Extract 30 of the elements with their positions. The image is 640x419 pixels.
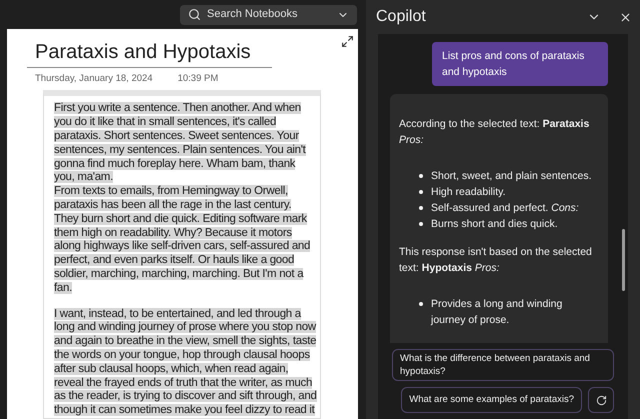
- suggestion-chip[interactable]: What are some examples of parataxis?: [401, 387, 582, 414]
- search-field[interactable]: Search Notebooks: [207, 6, 331, 23]
- bullet-icon: [419, 174, 423, 178]
- response-text: This response isn't based on the selected text: Hypotaxis Pros:: [399, 245, 593, 276]
- list-item: Self-assured and perfect. Cons:: [431, 201, 579, 216]
- bullet-icon: [419, 222, 423, 226]
- bullet-icon: [419, 190, 423, 194]
- expand-icon[interactable]: [341, 35, 354, 48]
- note-paragraph: I want, instead, to be entertained, and led through a long and winding journey of prose where you stop now and again to breathe in the view, smell the sights, taste the words on your tongue, hop through clausal hoops after sub clausal hoops, which, when read again, reveal the frayed ends of truth that the writer, as much as the reader, is trying to discover and sift through, and though it can sometimes make you feel dizzy to read it: [54, 308, 318, 418]
- search-bar[interactable]: Search Notebooks: [180, 4, 357, 25]
- list-item: Provides a long and winding journey of prose.: [431, 297, 564, 328]
- refresh-icon: [596, 394, 606, 406]
- close-icon[interactable]: [619, 10, 632, 24]
- list-item: High readability.: [431, 185, 506, 200]
- list-item: Burns short and dies quick.: [431, 217, 558, 232]
- search-icon: [188, 8, 201, 22]
- bullet-icon: [419, 302, 423, 306]
- panel-title: Copilot: [376, 7, 427, 27]
- list-item: Short, sweet, and plain sentences.: [431, 169, 592, 184]
- refresh-button[interactable]: [588, 387, 614, 414]
- response-text: According to the selected text: Parataxis Pros:: [399, 117, 590, 148]
- scrollbar-thumb[interactable]: [622, 229, 625, 291]
- page-date: Thursday, January 18, 2024: [35, 72, 153, 86]
- page-title: Parataxis and Hypotaxis: [27, 39, 272, 68]
- page-time: 10:39 PM: [178, 72, 218, 86]
- bullet-icon: [419, 206, 423, 210]
- note-paragraph: First you write a sentence. Then another. And when you do it like that in small sentences, it's called parataxis. Short sentences. Sweet sentences. Your sentences, my sentences. Plain sentences. You ain't gonna find much foreplay here. Wham bam, thank you, ma'am.: [54, 102, 307, 186]
- suggestion-chip[interactable]: What is the difference between parataxis and hypotaxis?: [392, 349, 614, 381]
- note-paragraph: From texts to emails, from Hemingway to Orwell, parataxis has been all the rage in the last century. They burn short and die quick. Editing software mark them high on readability. Why? Because it motors along highways like self-driven cars, self-assured and perfect, and even parks itself. Or hauls like a good soldier, marching, marching, marching. But I'm not a fan.: [54, 185, 312, 296]
- user-message: List pros and cons of parataxis and hypotaxis: [432, 42, 608, 86]
